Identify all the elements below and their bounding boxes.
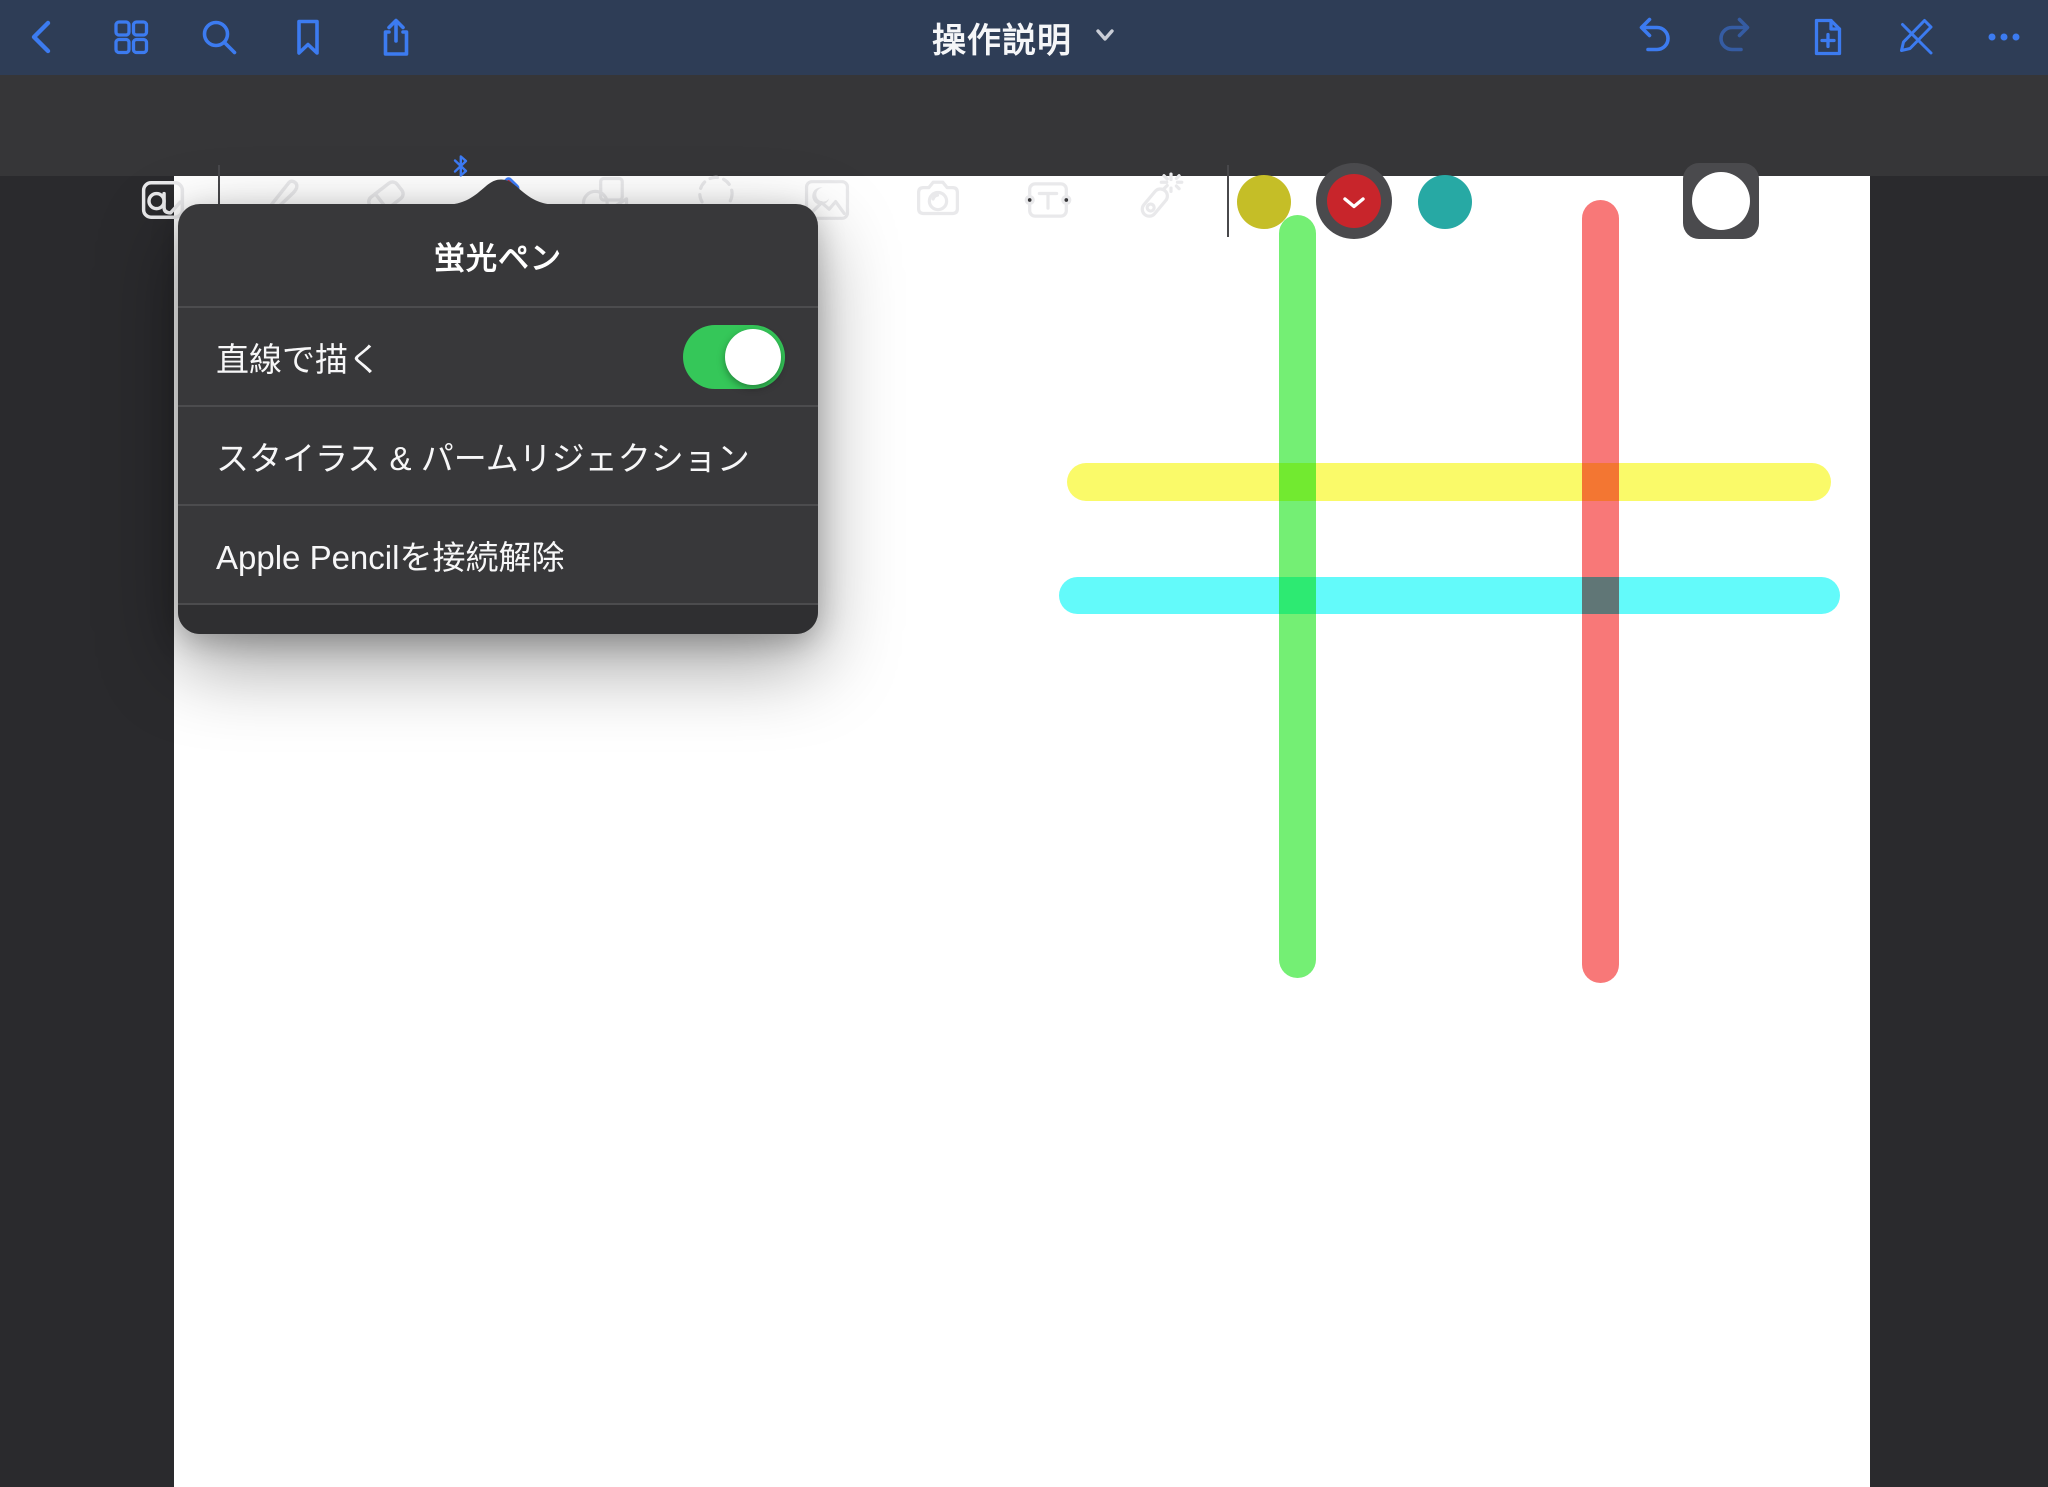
tool-camera[interactable] <box>910 172 966 228</box>
draw-straight-line-row[interactable]: 直線で描く <box>178 308 818 405</box>
undo-icon <box>1629 15 1673 59</box>
laser-pointer-icon <box>1129 172 1185 228</box>
swatch-chevron-down-icon <box>1343 197 1365 209</box>
stroke-size-thin[interactable] <box>1530 195 1543 208</box>
highlighter-stroke-yellow-horizontal <box>1067 463 1831 501</box>
back-button[interactable] <box>21 15 65 59</box>
document-title: 操作説明 <box>932 22 1072 60</box>
back-chevron-icon <box>21 15 65 59</box>
color-swatch-yellow[interactable] <box>1237 175 1291 229</box>
camera-icon <box>910 172 966 228</box>
search-icon <box>197 15 241 59</box>
text-tool-icon <box>1020 172 1076 228</box>
color-swatch-teal[interactable] <box>1418 175 1472 229</box>
more-options-button[interactable] <box>1982 15 2026 59</box>
stroke-size-thick-selected[interactable] <box>1683 163 1759 239</box>
bookmark-icon <box>286 15 330 59</box>
draw-straight-line-label: 直線で描く <box>216 340 381 378</box>
popover-arrow <box>443 177 559 205</box>
bookmark-button[interactable] <box>286 15 330 59</box>
highlighter-settings-popover: 蛍光ペン 直線で描く スタイラス & パームリジェクション Apple Penc… <box>178 204 818 634</box>
draw-straight-line-toggle[interactable] <box>683 324 785 389</box>
thick-size-dot <box>1692 172 1750 230</box>
title-chevron-down-icon <box>1094 25 1116 50</box>
popover-title: 蛍光ペン <box>434 240 562 276</box>
stylus-palm-rejection-label: スタイラス & パームリジェクション <box>216 439 750 477</box>
tool-laser-pointer[interactable] <box>1129 172 1185 228</box>
document-title-button[interactable]: 操作説明 <box>932 0 1116 75</box>
undo-button[interactable] <box>1629 15 1673 59</box>
highlighter-stroke-cyan-horizontal <box>1059 577 1840 614</box>
thumbnails-button[interactable] <box>109 15 153 59</box>
canvas-left-margin <box>0 176 174 1487</box>
redo-icon <box>1716 15 1760 59</box>
disconnect-apple-pencil-row[interactable]: Apple Pencilを接続解除 <box>178 506 818 603</box>
tools-toolbar <box>0 75 2048 239</box>
toggle-knob <box>725 328 781 385</box>
search-button[interactable] <box>197 15 241 59</box>
disconnect-apple-pencil-label: Apple Pencilを接続解除 <box>216 538 565 576</box>
pen-crossed-icon <box>1893 15 1937 59</box>
add-page-button[interactable] <box>1805 15 1849 59</box>
toolbar-separator <box>1227 165 1229 237</box>
redo-button[interactable] <box>1716 15 1760 59</box>
disable-drawing-button[interactable] <box>1893 15 1937 59</box>
stroke-size-medium[interactable] <box>1614 188 1641 215</box>
color-swatch-red-selected[interactable] <box>1316 163 1392 239</box>
share-icon <box>374 15 418 59</box>
canvas-right-margin <box>1870 176 2048 1487</box>
tool-text[interactable] <box>1020 172 1076 228</box>
share-button[interactable] <box>374 15 418 59</box>
ellipsis-icon <box>1982 15 2026 59</box>
stylus-palm-rejection-row[interactable]: スタイラス & パームリジェクション <box>178 407 818 504</box>
add-page-icon <box>1805 15 1849 59</box>
top-navigation-bar: 操作説明 <box>0 0 2048 75</box>
popover-footer <box>178 605 818 634</box>
page-grid-icon <box>109 15 153 59</box>
bluetooth-icon <box>451 154 471 178</box>
app-screen: 操作説明 蛍光ペン 直線で描く スタイラス & パームリジェクション Apple… <box>0 0 2048 1487</box>
